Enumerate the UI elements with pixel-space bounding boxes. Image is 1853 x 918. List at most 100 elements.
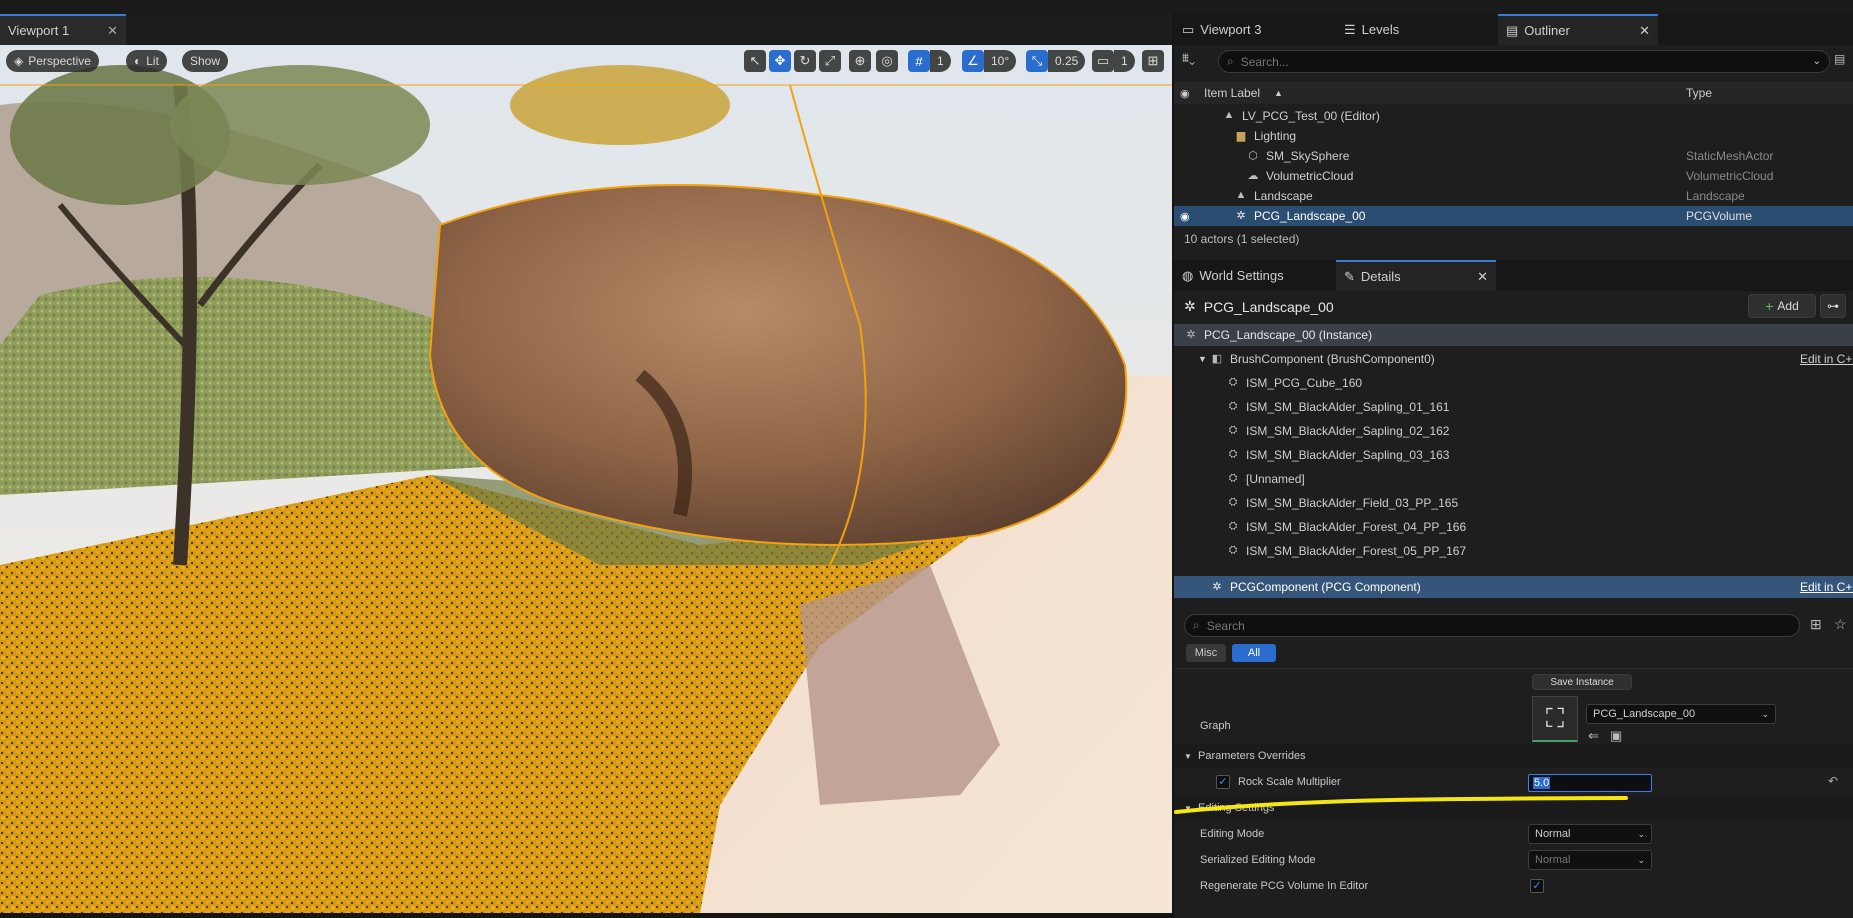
show-button[interactable]: Show [182,50,229,72]
search-icon: ⌕ [1227,54,1234,68]
layout-icon[interactable]: ⊞ [1142,50,1164,72]
filter-all[interactable]: All [1232,644,1276,662]
graph-thumbnail[interactable]: ⛶ [1532,696,1578,742]
grid-snap-value[interactable]: 1 [930,50,951,72]
scale-mode-icon[interactable]: ⤢ [819,50,841,72]
reset-to-default-icon[interactable]: ↶ [1828,774,1838,788]
component-item[interactable]: ⛭ ISM_SM_BlackAlder_Sapling_03_163 [1174,444,1853,466]
section-parameters-overrides[interactable]: ▼ Parameters Overrides [1174,744,1853,768]
tab-viewport-3[interactable]: ▭ Viewport 3 [1174,14,1334,45]
chevron-down-icon[interactable]: ▼ [1198,354,1207,364]
tab-outliner[interactable]: ▤ Outliner ✕ [1498,14,1658,45]
close-icon[interactable]: ✕ [107,23,118,39]
component-item[interactable]: ⛭ ISM_SM_BlackAlder_Sapling_02_162 [1174,420,1853,442]
pcg-volume-icon: ✲ [1236,210,1246,222]
level-viewport[interactable]: ◈ Perspective ◐ Lit Show ↖ ✥ ↻ ⤢ ⊕ ◎ # 1… [0,45,1172,913]
save-instance-button[interactable]: Save Instance [1532,674,1632,690]
details-search-input[interactable]: ⌕ Search [1184,614,1800,637]
camera-speed-icon[interactable]: ▭ [1092,50,1114,72]
list-item[interactable]: ▆ Lighting [1174,126,1853,146]
instanced-mesh-icon: ⛭ [1228,472,1238,484]
table-view-icon[interactable]: ⊞ [1810,616,1822,633]
cloud-icon: ☁ [1247,170,1259,182]
editing-mode-label: Editing Mode [1200,828,1265,840]
list-item[interactable]: ▲ Landscape Landscape [1174,186,1853,206]
perspective-label: Perspective [28,54,91,68]
blueprint-icon[interactable]: ⊶ [1820,294,1846,318]
search-icon: ⌕ [1193,618,1200,632]
editing-mode-combo[interactable]: Normal ⌄ [1528,824,1652,844]
graph-asset-combo[interactable]: PCG_Landscape_00 ⌄ [1586,704,1776,724]
add-folder-icon[interactable]: ▤ [1834,52,1845,66]
visibility-icon[interactable]: ◉ [1180,87,1190,100]
list-item-selected[interactable]: ◉ ✲ PCG_Landscape_00 PCGVolume [1174,206,1853,226]
outliner-search-placeholder: Search... [1240,54,1289,69]
use-selected-icon[interactable]: ⇐ [1588,728,1599,744]
tab-world-settings[interactable]: ◍ World Settings [1174,260,1334,291]
details-search-placeholder: Search [1206,618,1245,633]
angle-snap-icon[interactable]: ∠ [962,50,984,72]
select-mode-icon[interactable]: ↖ [744,50,766,72]
col-type[interactable]: Type [1686,86,1712,100]
lit-icon: ◐ [134,54,142,68]
level-icon: ▲ [1223,109,1235,121]
close-icon[interactable]: ✕ [1477,269,1488,285]
list-item-type: VolumetricCloud [1686,169,1774,183]
grid-snap-icon[interactable]: # [908,50,930,72]
scale-snap-value[interactable]: 0.25 [1048,50,1086,72]
top-toolbar-strip [0,0,1853,14]
filter-icon[interactable]: ⩩⌄ [1182,50,1195,66]
angle-snap-value[interactable]: 10° [984,50,1017,72]
regen-row: Regenerate PCG Volume In Editor ✓ [1174,874,1853,898]
instance-row[interactable]: ✲ PCG_Landscape_00 (Instance) [1174,324,1853,346]
scale-snap-icon[interactable]: ⤡ [1026,50,1048,72]
tab-viewport-1[interactable]: Viewport 1 ✕ [0,14,126,45]
tab-levels[interactable]: ☰ Levels [1336,14,1496,45]
visibility-icon[interactable]: ◉ [1180,210,1190,223]
tab-details[interactable]: ✎ Details ✕ [1336,260,1496,291]
col-item-label[interactable]: Item Label [1204,86,1260,100]
details-tab-bar: ◍ World Settings ✎ Details ✕ [1174,260,1853,291]
component-item[interactable]: ⛭ [Unnamed] [1174,468,1853,490]
serialized-mode-value: Normal [1535,854,1571,866]
edit-cpp-link[interactable]: Edit in C++ [1800,580,1853,594]
outliner-search-input[interactable]: ⌕ Search... ⌄ [1218,50,1830,73]
filter-misc[interactable]: Misc [1186,644,1226,662]
component-item[interactable]: ⛭ ISM_SM_BlackAlder_Sapling_01_161 [1174,396,1853,418]
add-component-button[interactable]: + Add [1748,294,1816,318]
list-item-type: StaticMeshActor [1686,149,1774,163]
outliner-icon: ▤ [1506,22,1519,38]
lit-label: Lit [146,54,159,68]
tab-levels-label: Levels [1361,22,1400,37]
pcg-component-label: PCGComponent (PCG Component) [1230,580,1421,594]
outliner-status: 10 actors (1 selected) [1184,232,1300,246]
rotate-mode-icon[interactable]: ↻ [794,50,816,72]
camera-speed-value[interactable]: 1 [1114,50,1135,72]
chevron-down-icon: ▼ [1184,751,1192,761]
regen-label: Regenerate PCG Volume In Editor [1200,880,1369,892]
browse-icon[interactable]: ▣ [1610,728,1622,744]
brush-component-label: BrushComponent (BrushComponent0) [1230,352,1435,366]
component-item[interactable]: ⛭ ISM_SM_BlackAlder_Field_03_PP_165 [1174,492,1853,514]
lit-button[interactable]: ◐ Lit [126,50,167,72]
world-local-icon[interactable]: ⊕ [849,50,871,72]
brush-icon: ◧ [1211,353,1223,365]
close-icon[interactable]: ✕ [1639,23,1650,39]
surface-snapping-icon[interactable]: ◎ [876,50,898,72]
translate-mode-icon[interactable]: ✥ [769,50,791,72]
edit-cpp-link[interactable]: Edit in C++ [1800,352,1853,366]
brush-component-row[interactable]: ▼ ◧ BrushComponent (BrushComponent0) Edi… [1174,348,1853,370]
outliner-tab-bar: ▭ Viewport 3 ☰ Levels ▤ Outliner ✕ [1174,14,1853,45]
list-item[interactable]: ☁ VolumetricCloud VolumetricCloud [1174,166,1853,186]
pcg-component-row[interactable]: ✲ PCGComponent (PCG Component) Edit in C… [1174,576,1853,598]
component-label: ISM_SM_BlackAlder_Sapling_02_162 [1246,424,1450,438]
star-icon[interactable]: ☆ [1834,616,1847,633]
component-item[interactable]: ⛭ ISM_SM_BlackAlder_Forest_04_PP_166 [1174,516,1853,538]
perspective-button[interactable]: ◈ Perspective [6,50,99,72]
editing-mode-row: Editing Mode [1174,822,1853,846]
list-item[interactable]: ⬡ SM_SkySphere StaticMeshActor [1174,146,1853,166]
regen-checkbox[interactable]: ✓ [1530,879,1544,893]
list-item[interactable]: ▲ LV_PCG_Test_00 (Editor) [1174,106,1853,126]
component-item[interactable]: ⛭ ISM_PCG_Cube_160 [1174,372,1853,394]
component-item[interactable]: ⛭ ISM_SM_BlackAlder_Forest_05_PP_167 [1174,540,1853,562]
